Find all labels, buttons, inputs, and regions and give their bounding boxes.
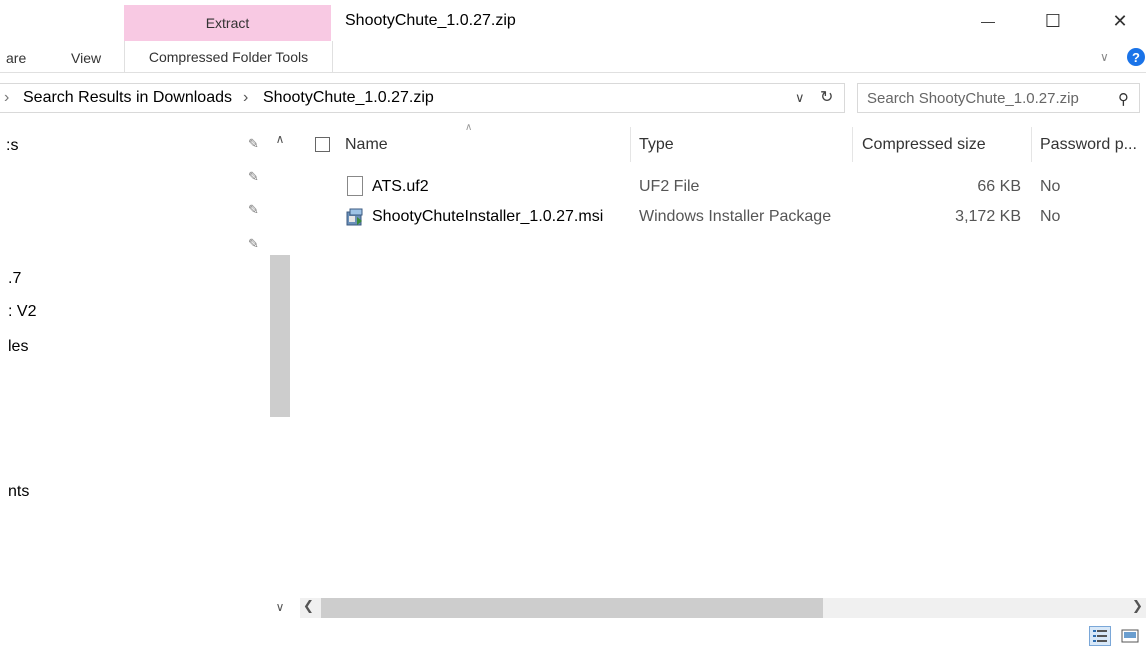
minimize-icon: — (981, 13, 995, 29)
details-view-icon (1093, 630, 1107, 642)
installer-icon (345, 207, 365, 227)
column-divider[interactable] (1031, 127, 1032, 162)
compressed-folder-tools-tab[interactable]: Compressed Folder Tools (124, 41, 333, 73)
compressed-folder-tools-label: Compressed Folder Tools (148, 49, 309, 65)
search-icon[interactable]: ⚲ (1118, 90, 1129, 108)
close-icon: ✕ (1112, 10, 1128, 31)
large-icons-view-button[interactable] (1119, 626, 1141, 646)
scroll-left-icon[interactable]: ❮ (303, 598, 314, 614)
scroll-right-icon[interactable]: ❯ (1132, 598, 1143, 614)
column-divider[interactable] (852, 127, 853, 162)
column-header-compressed-size[interactable]: Compressed size (862, 136, 986, 154)
search-placeholder: Search ShootyChute_1.0.27.zip (867, 89, 1079, 107)
horizontal-scrollbar-thumb[interactable] (321, 598, 823, 618)
scroll-down-icon[interactable]: ∨ (270, 600, 290, 614)
refresh-icon[interactable]: ↻ (820, 87, 833, 107)
help-icon[interactable]: ? (1127, 48, 1145, 66)
ribbon-expand-chevron-icon[interactable]: ∨ (1100, 50, 1109, 64)
nav-scrollbar-thumb[interactable] (270, 255, 290, 417)
file-type: Windows Installer Package (639, 208, 832, 225)
column-header-password[interactable]: Password p... (1040, 136, 1137, 154)
nav-item-1[interactable]: :s (6, 137, 18, 155)
breadcrumb-search-results[interactable]: Search Results in Downloads (23, 89, 232, 107)
breadcrumb-separator-icon: › (243, 89, 249, 106)
nav-item-3[interactable]: : V2 (8, 303, 36, 321)
window-title: ShootyChute_1.0.27.zip (345, 12, 516, 29)
pin-icon[interactable]: ✎ (248, 236, 259, 252)
nav-item-4[interactable]: les (8, 338, 28, 356)
column-header-type[interactable]: Type (639, 136, 674, 154)
minimize-button[interactable]: — (965, 6, 1011, 36)
ribbon-divider (0, 72, 1146, 73)
file-type: UF2 File (639, 178, 700, 195)
close-button[interactable]: ✕ (1097, 6, 1143, 36)
sort-ascending-icon: ∧ (465, 122, 473, 133)
tab-view[interactable]: View (71, 50, 101, 66)
extract-tab[interactable]: Extract (124, 5, 331, 41)
nav-item-5[interactable]: nts (8, 483, 29, 501)
column-header-name[interactable]: Name (345, 136, 388, 154)
breadcrumb-zip[interactable]: ShootyChute_1.0.27.zip (263, 89, 434, 107)
document-icon (347, 176, 363, 196)
address-dropdown-icon[interactable]: ∨ (795, 90, 805, 106)
file-password: No (1040, 208, 1061, 225)
details-view-button[interactable] (1089, 626, 1111, 646)
search-input[interactable]: Search ShootyChute_1.0.27.zip ⚲ (857, 83, 1140, 113)
pin-icon[interactable]: ✎ (248, 169, 259, 185)
pin-icon[interactable]: ✎ (248, 136, 259, 152)
file-name[interactable]: ATS.uf2 (372, 178, 429, 196)
scroll-up-icon[interactable]: ∧ (270, 132, 290, 146)
select-all-checkbox[interactable] (315, 137, 330, 152)
file-size: 66 KB (977, 178, 1021, 195)
column-divider[interactable] (630, 127, 631, 162)
pin-icon[interactable]: ✎ (248, 202, 259, 218)
maximize-icon: ☐ (1044, 10, 1062, 31)
file-size: 3,172 KB (955, 208, 1021, 225)
tab-share[interactable]: are (6, 50, 26, 66)
nav-item-2[interactable]: .7 (8, 270, 21, 288)
maximize-button[interactable]: ☐ (1030, 6, 1076, 36)
file-name[interactable]: ShootyChuteInstaller_1.0.27.msi (372, 208, 603, 226)
breadcrumb-prefix-icon: › (4, 89, 10, 106)
file-password: No (1040, 178, 1061, 195)
extract-tab-label: Extract (205, 15, 250, 31)
large-icons-view-icon (1121, 629, 1139, 643)
